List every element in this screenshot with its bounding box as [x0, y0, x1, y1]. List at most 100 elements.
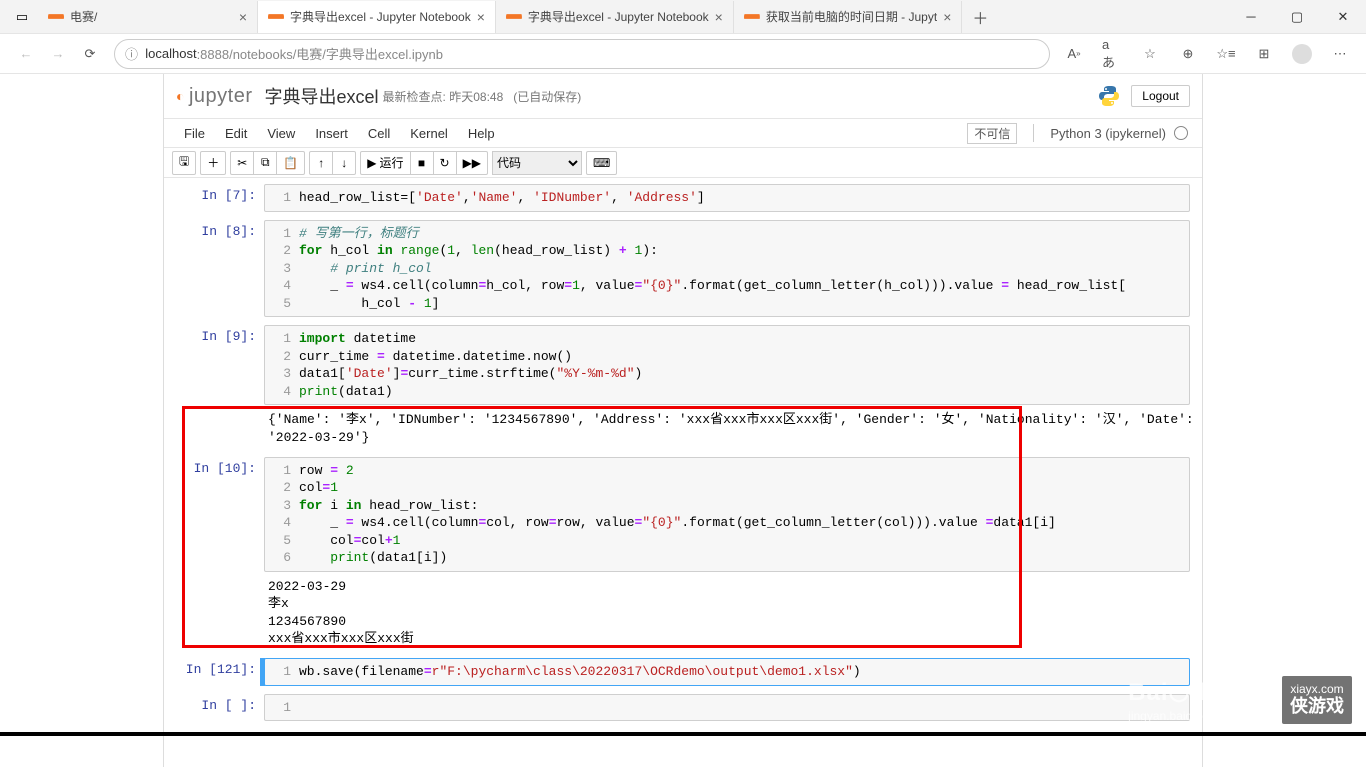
- menu-help[interactable]: Help: [458, 122, 505, 145]
- code-line[interactable]: _ = ws4.cell(column=col, row=row, value=…: [299, 514, 1056, 532]
- cell-input[interactable]: 1head_row_list=['Date','Name', 'IDNumber…: [264, 184, 1190, 212]
- move-down-button[interactable]: ↓: [332, 151, 356, 175]
- cell-prompt: In [8]:: [164, 220, 264, 318]
- restart-button[interactable]: ↻: [433, 151, 457, 175]
- line-number: 1: [265, 225, 299, 243]
- line-number: 3: [265, 260, 299, 278]
- notebook-cells: In [7]:1head_row_list=['Date','Name', 'I…: [164, 178, 1202, 767]
- watermark-site: xiayx.com 侠游戏: [1282, 676, 1352, 724]
- forward-button[interactable]: →: [42, 38, 74, 70]
- code-line[interactable]: # print h_col: [299, 260, 432, 278]
- menu-insert[interactable]: Insert: [305, 122, 358, 145]
- cell-input[interactable]: 1row = 22col=13for i in head_row_list:4 …: [264, 457, 1190, 572]
- notebook-toolbar: 🖫 ＋ ✂ ⧉ 📋 ↑ ↓ ▶运行 ■ ↻ ▶▶ 代码 ⌨: [164, 148, 1202, 178]
- restart-run-all-button[interactable]: ▶▶: [456, 151, 488, 175]
- notebook-header: ◐ jupyter 字典导出excel 最新检查点: 昨天08:48 (已自动保…: [164, 74, 1202, 118]
- code-cell[interactable]: In [8]:1# 写第一行，标题行2for h_col in range(1,…: [164, 218, 1202, 320]
- cell-prompt: In [121]:: [164, 658, 264, 686]
- code-line[interactable]: h_col - 1]: [299, 295, 439, 313]
- code-line[interactable]: col=col+1: [299, 532, 400, 550]
- tab-close-icon[interactable]: ×: [239, 9, 247, 25]
- line-number: 2: [265, 479, 299, 497]
- code-line[interactable]: for h_col in range(1, len(head_row_list)…: [299, 242, 658, 260]
- extensions-icon[interactable]: ⊞: [1254, 44, 1274, 64]
- minimize-button[interactable]: ─: [1228, 0, 1274, 34]
- code-line[interactable]: import datetime: [299, 330, 416, 348]
- browser-tab[interactable]: 字典导出excel - Jupyter Notebook×: [496, 1, 734, 33]
- kernel-name[interactable]: Python 3 (ipykernel): [1050, 126, 1166, 141]
- line-number: 1: [265, 663, 299, 681]
- code-line[interactable]: head_row_list=['Date','Name', 'IDNumber'…: [299, 189, 705, 207]
- sidebar-toggle-icon[interactable]: ▭: [10, 5, 34, 29]
- cell-input[interactable]: 1: [264, 694, 1190, 722]
- notebook-name[interactable]: 字典导出excel: [265, 83, 379, 109]
- tab-close-icon[interactable]: ×: [477, 9, 485, 25]
- close-button[interactable]: ✕: [1320, 0, 1366, 34]
- line-number: 1: [265, 189, 299, 207]
- menu-cell[interactable]: Cell: [358, 122, 400, 145]
- collections-icon[interactable]: ⊕: [1178, 44, 1198, 64]
- more-icon[interactable]: ⋯: [1330, 44, 1350, 64]
- code-line[interactable]: col=1: [299, 479, 338, 497]
- tab-list: ▭ 电赛/×字典导出excel - Jupyter Notebook×字典导出e…: [0, 0, 1228, 33]
- code-line[interactable]: # 写第一行，标题行: [299, 225, 419, 243]
- insert-cell-button[interactable]: ＋: [200, 151, 226, 175]
- menu-kernel[interactable]: Kernel: [400, 122, 458, 145]
- code-line[interactable]: _ = ws4.cell(column=h_col, row=1, value=…: [299, 277, 1126, 295]
- browser-tab-strip: ▭ 电赛/×字典导出excel - Jupyter Notebook×字典导出e…: [0, 0, 1366, 34]
- paste-button[interactable]: 📋: [276, 151, 305, 175]
- interrupt-button[interactable]: ■: [410, 151, 434, 175]
- profile-icon[interactable]: [1292, 44, 1312, 64]
- code-cell[interactable]: In [ ]:1: [164, 692, 1202, 724]
- move-up-button[interactable]: ↑: [309, 151, 333, 175]
- cell-input[interactable]: 1import datetime2curr_time = datetime.da…: [264, 325, 1190, 405]
- browser-tab[interactable]: 电赛/ ×: [38, 1, 258, 33]
- favorite-icon[interactable]: ☆: [1140, 44, 1160, 64]
- menu-edit[interactable]: Edit: [215, 122, 257, 145]
- jupyter-page: ◐ jupyter 字典导出excel 最新检查点: 昨天08:48 (已自动保…: [163, 74, 1203, 767]
- menu-file[interactable]: File: [174, 122, 215, 145]
- tab-title: 电赛/: [70, 8, 233, 25]
- cell-output: 2022-03-29 李x 1234567890 xxx省xxx市xxx区xxx…: [264, 574, 1202, 652]
- favorites-bar-icon[interactable]: ☆≡: [1216, 44, 1236, 64]
- line-number: 1: [265, 699, 299, 717]
- code-line[interactable]: for i in head_row_list:: [299, 497, 478, 515]
- address-bar[interactable]: ⓘ localhost:8888/notebooks/电赛/字典导出excel.…: [114, 39, 1050, 69]
- tab-close-icon[interactable]: ×: [943, 9, 951, 25]
- code-line[interactable]: row = 2: [299, 462, 354, 480]
- code-cell[interactable]: In [9]:1import datetime2curr_time = date…: [164, 323, 1202, 407]
- cell-input[interactable]: 1wb.save(filename=r"F:\pycharm\class\202…: [264, 658, 1190, 686]
- address-host: localhost: [145, 46, 196, 61]
- menu-view[interactable]: View: [257, 122, 305, 145]
- cell-type-select[interactable]: 代码: [492, 151, 582, 175]
- line-number: 2: [265, 242, 299, 260]
- refresh-button[interactable]: ⟳: [74, 38, 106, 70]
- cut-button[interactable]: ✂: [230, 151, 254, 175]
- code-line[interactable]: print(data1): [299, 383, 393, 401]
- code-cell[interactable]: In [10]:1row = 22col=13for i in head_row…: [164, 455, 1202, 574]
- browser-tab[interactable]: 获取当前电脑的时间日期 - Jupyt×: [734, 1, 963, 33]
- trust-indicator[interactable]: 不可信: [967, 123, 1017, 144]
- back-button[interactable]: ←: [10, 38, 42, 70]
- code-line[interactable]: wb.save(filename=r"F:\pycharm\class\2022…: [299, 663, 861, 681]
- browser-tab[interactable]: 字典导出excel - Jupyter Notebook×: [258, 1, 496, 33]
- code-line[interactable]: curr_time = datetime.datetime.now(): [299, 348, 572, 366]
- info-icon: ⓘ: [125, 44, 138, 63]
- save-button[interactable]: 🖫: [172, 151, 196, 175]
- code-cell[interactable]: In [121]:1wb.save(filename=r"F:\pycharm\…: [164, 656, 1202, 688]
- tab-close-icon[interactable]: ×: [715, 9, 723, 25]
- code-cell[interactable]: In [7]:1head_row_list=['Date','Name', 'I…: [164, 182, 1202, 214]
- copy-button[interactable]: ⧉: [253, 151, 277, 175]
- cell-input[interactable]: 1# 写第一行，标题行2for h_col in range(1, len(he…: [264, 220, 1190, 318]
- logout-button[interactable]: Logout: [1131, 85, 1190, 107]
- run-button[interactable]: ▶运行: [360, 151, 410, 175]
- maximize-button[interactable]: ▢: [1274, 0, 1320, 34]
- code-line[interactable]: print(data1[i]): [299, 549, 447, 567]
- cell-prompt: In [7]:: [164, 184, 264, 212]
- read-aloud-icon[interactable]: A»: [1064, 44, 1084, 64]
- translate-icon[interactable]: aあ: [1102, 44, 1122, 64]
- new-tab-button[interactable]: ＋: [962, 5, 998, 29]
- code-line[interactable]: data1['Date']=curr_time.strftime("%Y-%m-…: [299, 365, 642, 383]
- jupyter-logo[interactable]: ◐ jupyter: [176, 85, 253, 108]
- command-palette-button[interactable]: ⌨: [586, 151, 617, 175]
